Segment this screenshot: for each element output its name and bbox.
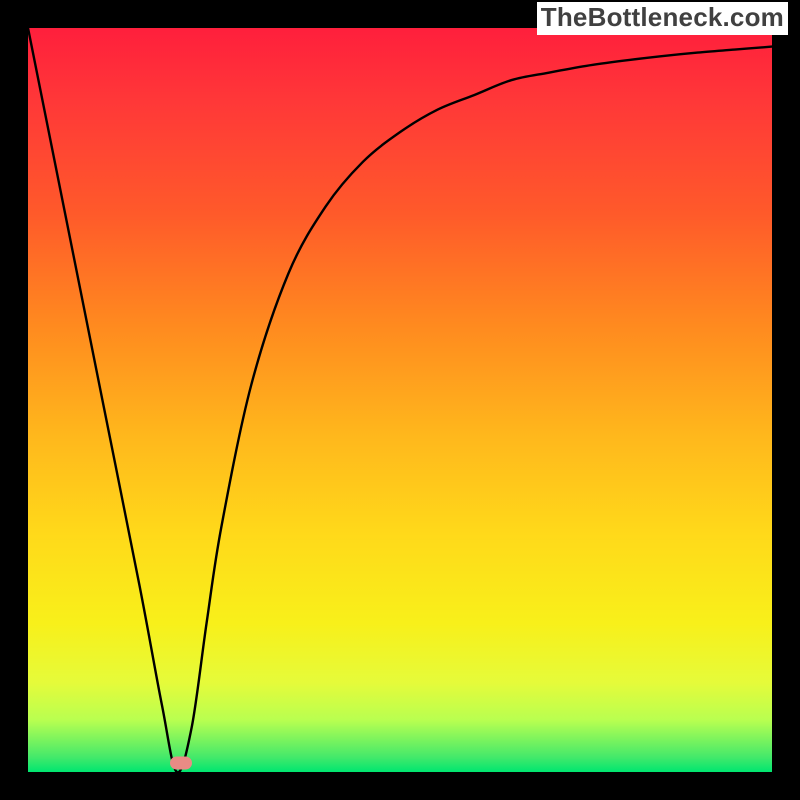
branding-label: TheBottleneck.com <box>537 2 788 35</box>
bottleneck-curve <box>28 28 772 772</box>
curve-svg <box>28 28 772 772</box>
chart-frame: TheBottleneck.com <box>0 0 800 800</box>
plot-area <box>28 28 772 772</box>
minimum-marker <box>170 757 192 770</box>
